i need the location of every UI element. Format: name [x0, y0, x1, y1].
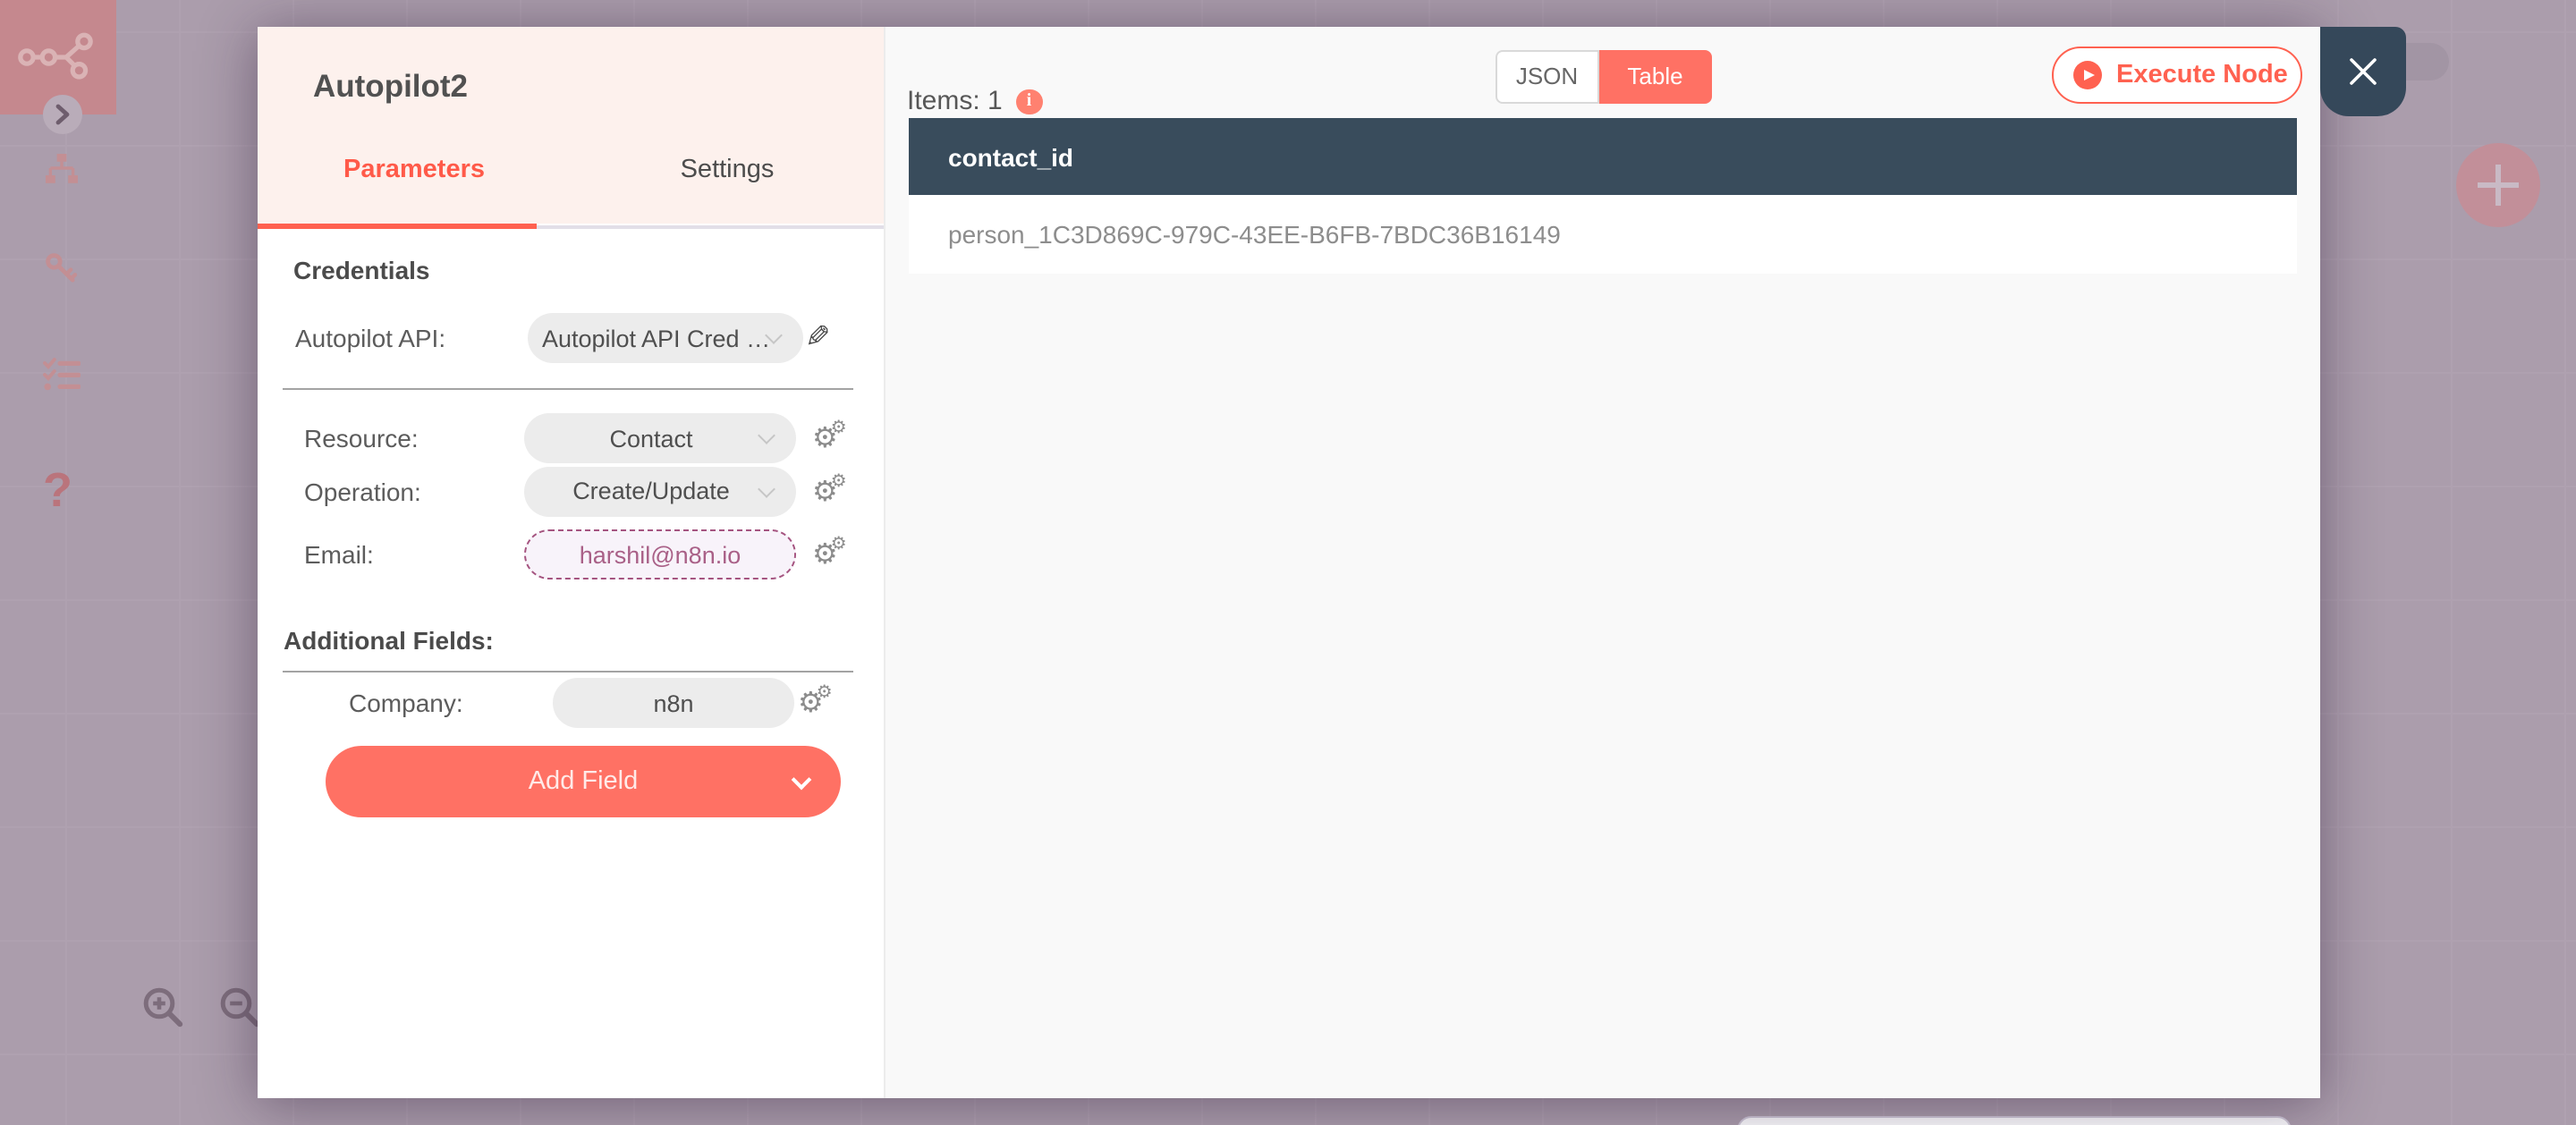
company-row: Company: n8n ⚙ ⚙: [258, 678, 884, 728]
table-cell: person_1C3D869C-979C-43EE-B6FB-7BDC36B16…: [948, 219, 1561, 249]
items-count-label: Items: 1: [907, 86, 1003, 116]
tab-settings[interactable]: Settings: [571, 156, 884, 184]
sidebar-expand-button[interactable]: [43, 95, 82, 134]
email-label: Email:: [304, 540, 374, 569]
node-output-panel: Items: 1 i JSON Table Execute Node conta…: [884, 27, 2320, 1097]
checklist-icon: [43, 358, 81, 391]
add-field-label: Add Field: [528, 767, 639, 796]
parameter-options-icon[interactable]: ⚙ ⚙: [812, 466, 862, 516]
output-table-header: contact_id: [909, 118, 2297, 195]
add-node-button[interactable]: [2456, 143, 2540, 227]
zoom-in-icon: [143, 987, 183, 1028]
resource-value: Contact: [609, 425, 693, 452]
credential-row: Autopilot API: Autopilot API Cred … ✎: [258, 313, 884, 363]
output-view-toggle: JSON Table: [1496, 49, 1712, 103]
sidebar-item-credentials[interactable]: [43, 252, 79, 293]
chevron-down-icon: [758, 427, 775, 444]
parameter-options-icon[interactable]: ⚙ ⚙: [812, 413, 862, 463]
output-table: contact_id person_1C3D869C-979C-43EE-B6F…: [909, 118, 2297, 273]
sidebar-item-help[interactable]: ?: [43, 463, 72, 519]
chevron-down-icon: [791, 769, 812, 791]
node-title: Autopilot2: [313, 68, 469, 104]
tab-underline: [536, 224, 884, 229]
section-divider: [283, 671, 853, 673]
credential-select[interactable]: Autopilot API Cred …: [528, 313, 802, 363]
credentials-heading: Credentials: [293, 256, 430, 284]
column-header: contact_id: [948, 142, 1074, 171]
email-field[interactable]: harshil@n8n.io: [524, 529, 796, 579]
info-icon[interactable]: i: [1016, 89, 1042, 114]
node-settings-panel: Autopilot2 Parameters Settings Credentia…: [258, 27, 884, 1097]
key-icon: [46, 253, 78, 283]
view-table-button[interactable]: Table: [1598, 49, 1712, 103]
execute-node-button[interactable]: Execute Node: [2052, 47, 2302, 104]
n8n-logo-icon: [17, 32, 92, 80]
node-panel-header: [258, 27, 884, 224]
sidebar-item-workflows[interactable]: [43, 154, 79, 193]
view-json-button[interactable]: JSON: [1496, 49, 1598, 103]
play-icon: [2073, 61, 2102, 89]
parameter-options-icon[interactable]: ⚙ ⚙: [798, 678, 848, 728]
add-field-button[interactable]: Add Field: [326, 746, 841, 817]
chevron-right-icon: [55, 104, 70, 125]
operation-value: Create/Update: [572, 478, 730, 505]
sidebar-item-executions[interactable]: [43, 358, 81, 401]
credential-label: Autopilot API:: [295, 324, 446, 352]
section-divider: [283, 387, 853, 389]
edit-credential-icon[interactable]: ✎: [805, 313, 831, 363]
notification-toast: [1737, 1116, 2292, 1125]
sitemap-icon: [45, 154, 77, 183]
tab-parameters[interactable]: Parameters: [258, 156, 571, 184]
active-tab-underline: [258, 224, 536, 229]
table-row: person_1C3D869C-979C-43EE-B6FB-7BDC36B16…: [909, 195, 2297, 273]
additional-fields-heading: Additional Fields:: [284, 626, 494, 655]
resource-label: Resource:: [304, 424, 419, 453]
company-field[interactable]: n8n: [553, 678, 794, 728]
company-label: Company:: [349, 689, 463, 717]
operation-select[interactable]: Create/Update: [524, 466, 796, 517]
parameter-options-icon[interactable]: ⚙ ⚙: [812, 529, 862, 579]
operation-row: Operation: Create/Update ⚙ ⚙: [258, 466, 884, 517]
email-value: harshil@n8n.io: [579, 541, 741, 568]
resource-row: Resource: Contact ⚙ ⚙: [258, 413, 884, 463]
email-row: Email: harshil@n8n.io ⚙ ⚙: [258, 529, 884, 579]
company-value: n8n: [653, 689, 694, 716]
resource-select[interactable]: Contact: [524, 413, 796, 463]
operation-label: Operation:: [304, 477, 421, 506]
execute-node-label: Execute Node: [2116, 61, 2288, 89]
node-detail-modal: Autopilot2 Parameters Settings Credentia…: [258, 27, 2320, 1097]
zoom-in-button[interactable]: [140, 984, 188, 1041]
app-stage: ? Autopilot2 Parameters Settings Credent…: [0, 0, 2576, 1125]
close-modal-button[interactable]: [2320, 27, 2406, 116]
close-icon: [2350, 58, 2377, 85]
